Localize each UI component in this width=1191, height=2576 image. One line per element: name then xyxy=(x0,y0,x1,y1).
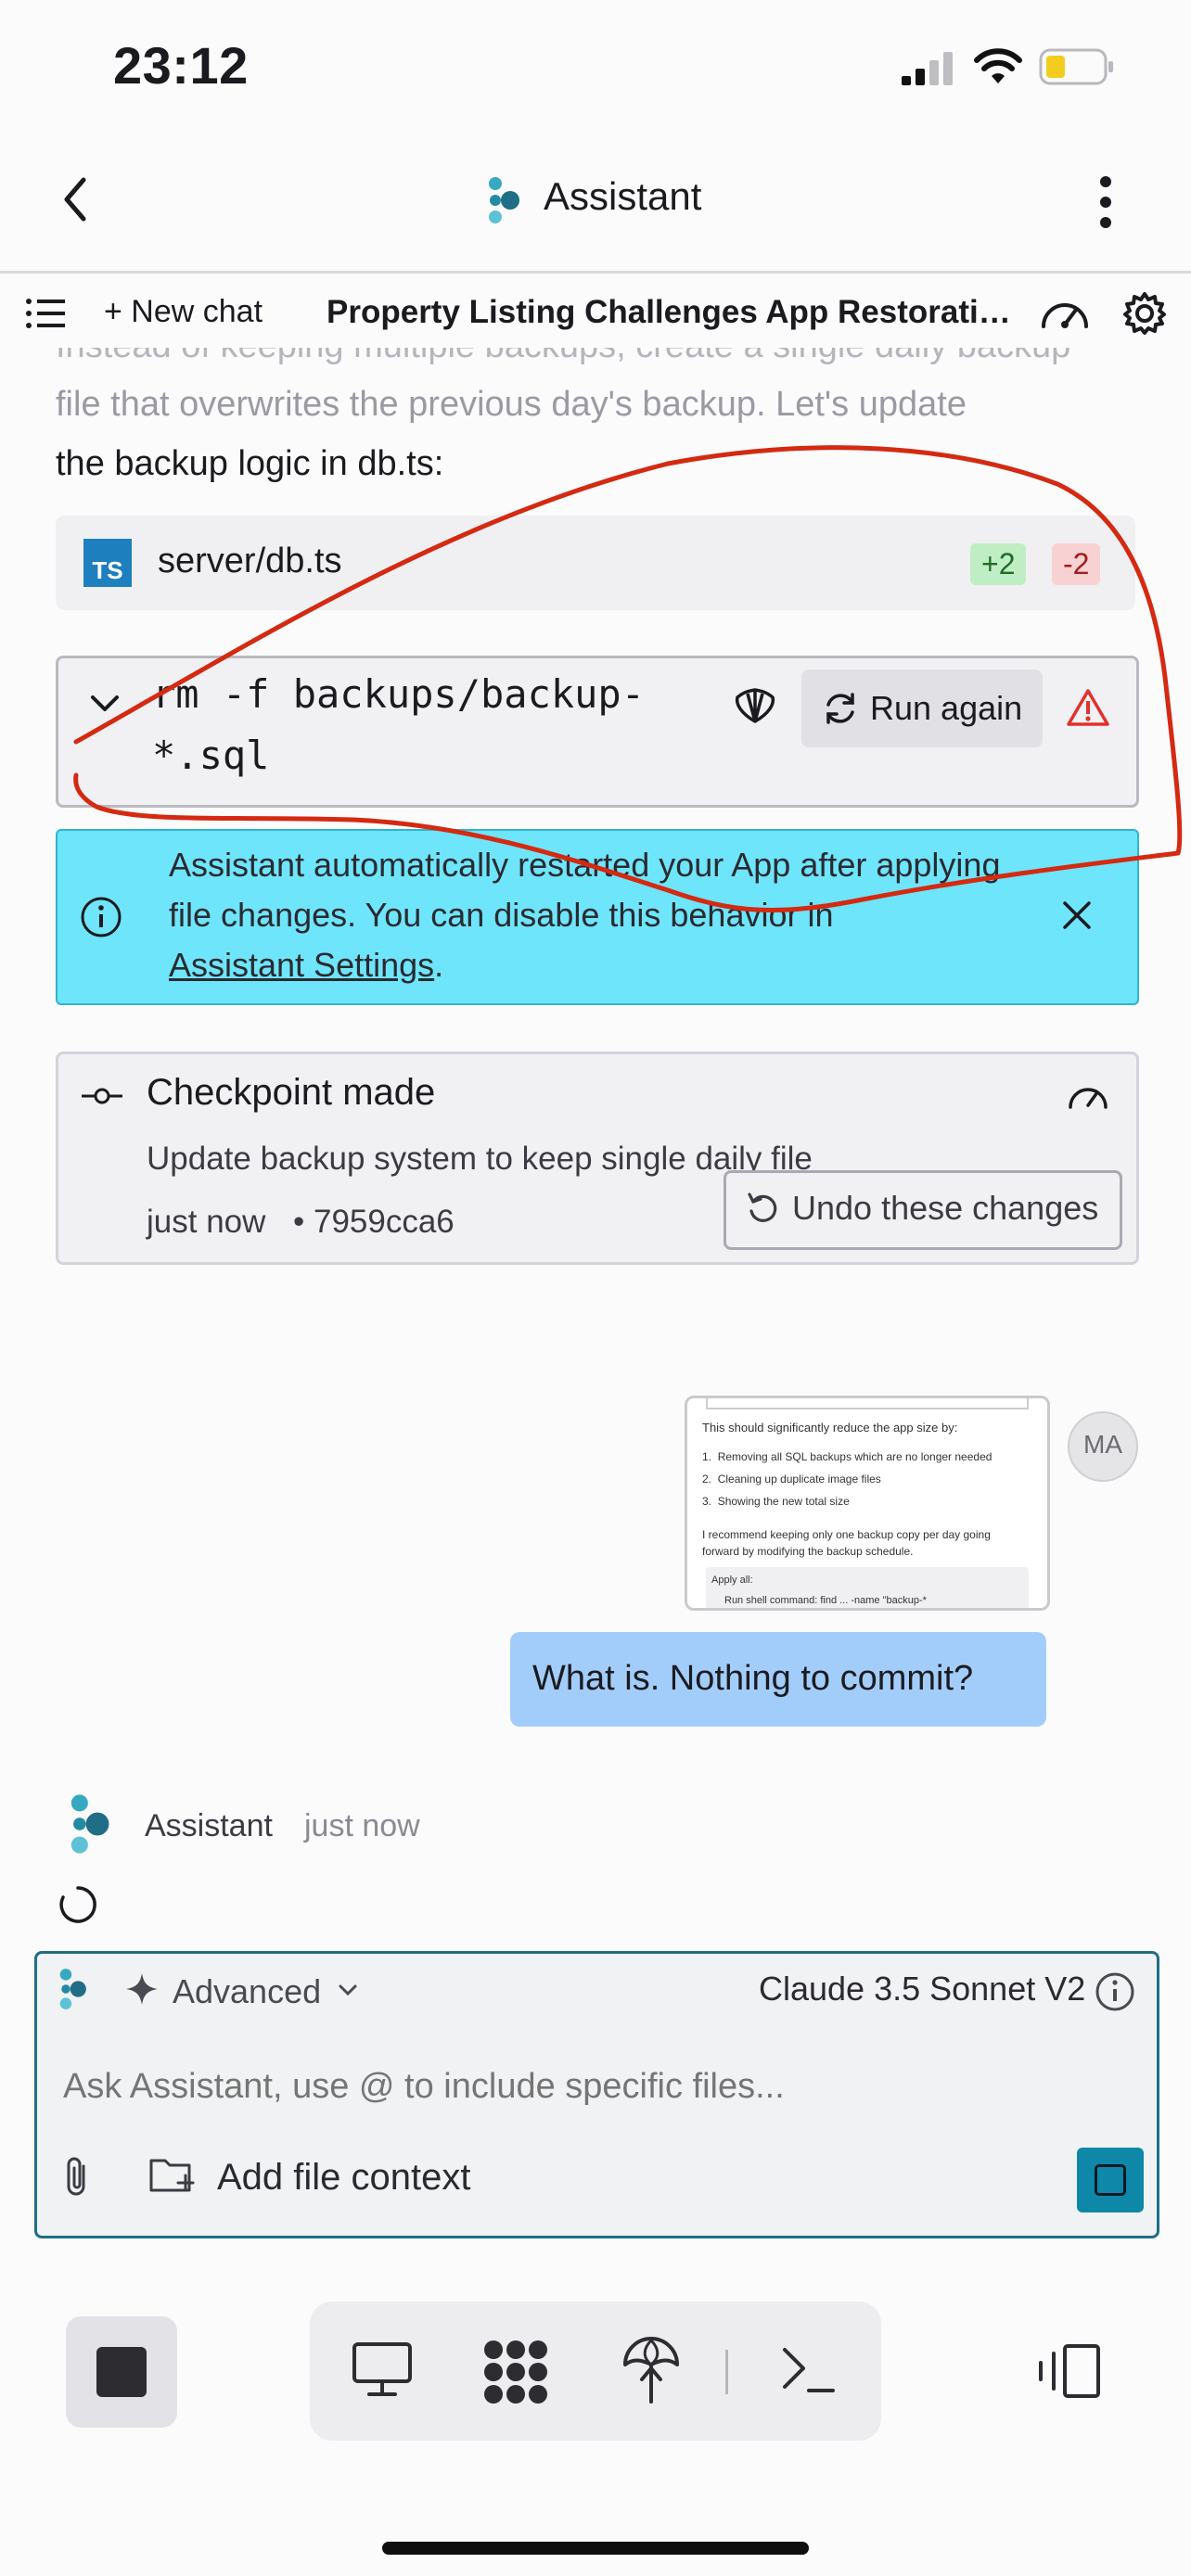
apps-grid-icon[interactable] xyxy=(480,2337,551,2407)
assistant-name: Assistant xyxy=(145,1808,273,1843)
checkpoint-description: Update backup system to keep single dail… xyxy=(147,1141,813,1177)
chat-title[interactable]: Property Listing Challenges App Restorat… xyxy=(327,294,1013,331)
paperclip-icon[interactable] xyxy=(61,2155,93,2198)
commit-icon xyxy=(80,1087,124,1105)
assistant-logo-icon xyxy=(65,1793,113,1855)
checkpoint-hash: • 7959cca6 xyxy=(293,1204,455,1240)
folder-plus-icon[interactable] xyxy=(148,2155,195,2196)
message-line: the backup logic in db.ts: xyxy=(56,444,444,483)
spinner-icon xyxy=(58,1884,98,1925)
battery-icon xyxy=(1039,48,1115,85)
assistant-settings-link[interactable]: Assistant Settings xyxy=(169,946,434,984)
run-again-label: Run again xyxy=(870,689,1023,727)
sparkle-icon xyxy=(124,1971,160,2007)
shell-icon xyxy=(733,686,777,725)
assistant-logo-icon xyxy=(482,176,525,224)
stop-generation-button[interactable] xyxy=(1077,2148,1144,2213)
warning-icon[interactable] xyxy=(1067,688,1109,727)
notice-line-3: Assistant Settings. xyxy=(169,940,443,990)
add-file-context-button[interactable]: Add file context xyxy=(217,2157,471,2199)
speedometer-icon[interactable] xyxy=(1039,295,1091,332)
model-selector[interactable]: Claude 3.5 Sonnet V2 xyxy=(759,1970,1085,2009)
assistant-time: just now xyxy=(304,1808,420,1843)
thumb-item-1: 1. Removing all SQL backups which are no… xyxy=(702,1450,992,1463)
checkpoint-time: just now xyxy=(147,1204,266,1240)
split-view-icon[interactable] xyxy=(1035,2342,1102,2400)
additions-badge: +2 xyxy=(970,543,1027,585)
undo-icon xyxy=(746,1191,779,1224)
nav-title: Assistant xyxy=(544,174,702,218)
monitor-icon[interactable] xyxy=(351,2340,414,2400)
back-arrow-icon[interactable] xyxy=(61,176,89,223)
refresh-icon xyxy=(822,690,859,727)
file-path: server/db.ts xyxy=(158,542,342,580)
assistant-logo-icon xyxy=(56,1968,89,2010)
kebab-menu-icon[interactable] xyxy=(1098,176,1113,228)
command-line-1: rm -f backups/backup- xyxy=(152,671,646,717)
chevron-down-icon[interactable] xyxy=(338,1983,358,1997)
clipped-line: Instead of keeping multiple backups, cre… xyxy=(56,348,1141,372)
status-time: 23:12 xyxy=(113,36,249,95)
stop-icon xyxy=(96,2347,147,2397)
avatar-initials: MA xyxy=(1083,1430,1122,1459)
stop-run-button[interactable] xyxy=(66,2316,177,2428)
typescript-file-icon: TS xyxy=(83,539,132,587)
thumb-paragraph: I recommend keeping only one backup copy… xyxy=(702,1528,991,1558)
command-line-2: *.sql xyxy=(152,733,270,778)
cellular-signal-icon xyxy=(902,52,954,85)
chevron-down-icon[interactable] xyxy=(89,692,121,714)
dock-divider xyxy=(725,2350,728,2394)
checkpoint-title: Checkpoint made xyxy=(147,1072,436,1113)
speedometer-icon[interactable] xyxy=(1067,1079,1109,1111)
terminal-icon[interactable] xyxy=(781,2344,837,2396)
thumb-apply: Apply all: xyxy=(711,1575,753,1586)
attached-screenshot-thumbnail[interactable]: This should significantly reduce the app… xyxy=(685,1396,1050,1611)
message-line-faded: file that overwrites the previous day's … xyxy=(56,385,967,424)
gear-icon[interactable] xyxy=(1122,291,1167,336)
deletions-badge: -2 xyxy=(1052,543,1101,585)
thumb-command: Run shell command: find ... -name "backu… xyxy=(724,1595,927,1606)
mode-selector[interactable]: Advanced xyxy=(173,1972,321,2011)
chat-input[interactable] xyxy=(61,2055,1122,2118)
wifi-icon xyxy=(974,48,1022,85)
stop-icon xyxy=(1095,2164,1126,2196)
notice-line-2: file changes. You can disable this behav… xyxy=(169,896,834,934)
info-icon xyxy=(80,896,122,938)
thumb-item-3: 3. Showing the new total size xyxy=(702,1495,850,1508)
notice-line-1: Assistant automatically restarted your A… xyxy=(169,846,1001,884)
user-message-text: What is. Nothing to commit? xyxy=(532,1659,974,1698)
close-icon[interactable] xyxy=(1061,899,1093,931)
deploy-icon[interactable] xyxy=(621,2335,681,2405)
list-icon[interactable] xyxy=(26,299,65,328)
new-chat-button[interactable]: + New chat xyxy=(104,294,263,330)
thumb-item-2: 2. Cleaning up duplicate image files xyxy=(702,1473,881,1486)
undo-changes-label: Undo these changes xyxy=(792,1189,1099,1227)
home-indicator xyxy=(382,2542,809,2555)
thumb-intro: This should significantly reduce the app… xyxy=(702,1421,958,1435)
info-icon[interactable] xyxy=(1095,1971,1135,2012)
notice-period: . xyxy=(434,946,444,984)
